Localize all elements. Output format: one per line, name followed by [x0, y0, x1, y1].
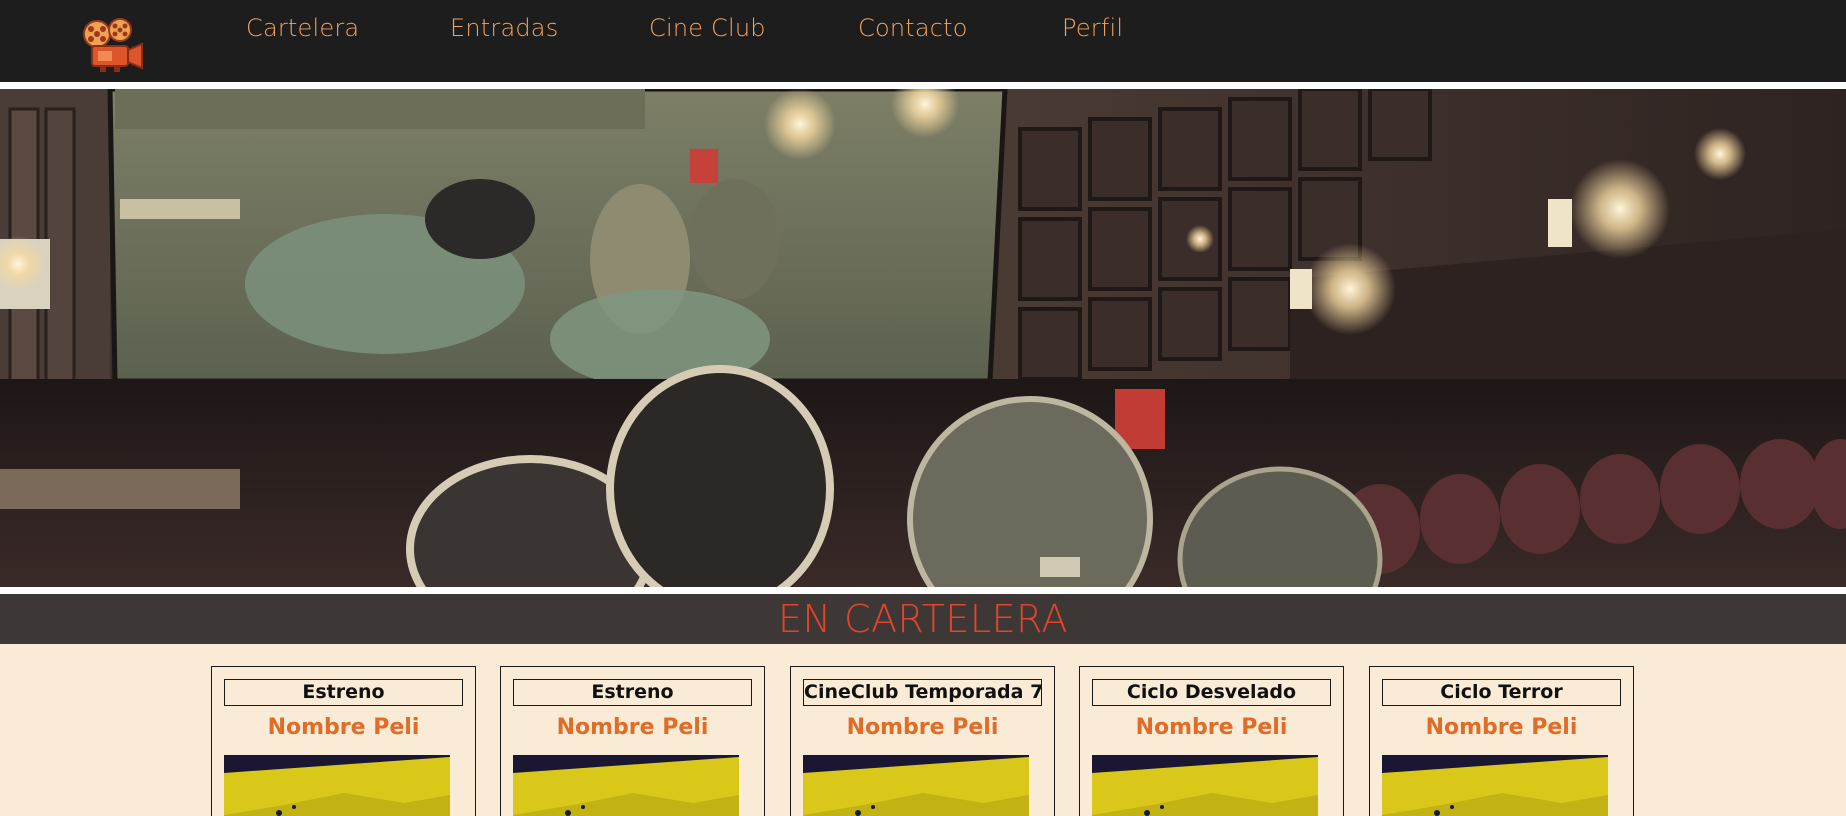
- movie-poster[interactable]: [803, 755, 1029, 816]
- card-movie-title[interactable]: Nombre Peli: [501, 715, 764, 740]
- divider: [0, 82, 1846, 89]
- card-movie-title[interactable]: Nombre Peli: [791, 715, 1054, 740]
- nav-link-cartelera[interactable]: Cartelera: [246, 14, 359, 42]
- film-projector-icon[interactable]: [80, 16, 146, 74]
- movie-card[interactable]: Ciclo Terror Nombre Peli: [1369, 666, 1634, 816]
- hero-image: [0, 89, 1846, 587]
- movie-card[interactable]: CineClub Temporada 71 Nombre Peli: [790, 666, 1055, 816]
- nav-link-entradas[interactable]: Entradas: [450, 14, 558, 42]
- movie-poster[interactable]: [224, 755, 450, 816]
- card-category-tag: CineClub Temporada 71: [803, 679, 1042, 706]
- card-category-tag: Ciclo Desvelado: [1092, 679, 1331, 706]
- movie-poster[interactable]: [513, 755, 739, 816]
- nav-link-cine-club[interactable]: Cine Club: [649, 14, 766, 42]
- card-category-tag: Estreno: [513, 679, 752, 706]
- movie-card[interactable]: Estreno Nombre Peli: [211, 666, 476, 816]
- card-movie-title[interactable]: Nombre Peli: [1080, 715, 1343, 740]
- divider: [0, 587, 1846, 594]
- section-banner: EN CARTELERA: [0, 594, 1846, 644]
- movie-card[interactable]: Estreno Nombre Peli: [500, 666, 765, 816]
- nav-link-contacto[interactable]: Contacto: [858, 14, 968, 42]
- card-category-tag: Estreno: [224, 679, 463, 706]
- movie-poster[interactable]: [1092, 755, 1318, 816]
- nav-link-perfil[interactable]: Perfil: [1062, 14, 1123, 42]
- section-title: EN CARTELERA: [778, 597, 1068, 641]
- card-movie-title[interactable]: Nombre Peli: [1370, 715, 1633, 740]
- top-navbar: Cartelera Entradas Cine Club Contacto Pe…: [0, 0, 1846, 82]
- card-movie-title[interactable]: Nombre Peli: [212, 715, 475, 740]
- movie-poster[interactable]: [1382, 755, 1608, 816]
- movie-card[interactable]: Ciclo Desvelado Nombre Peli: [1079, 666, 1344, 816]
- card-category-tag: Ciclo Terror: [1382, 679, 1621, 706]
